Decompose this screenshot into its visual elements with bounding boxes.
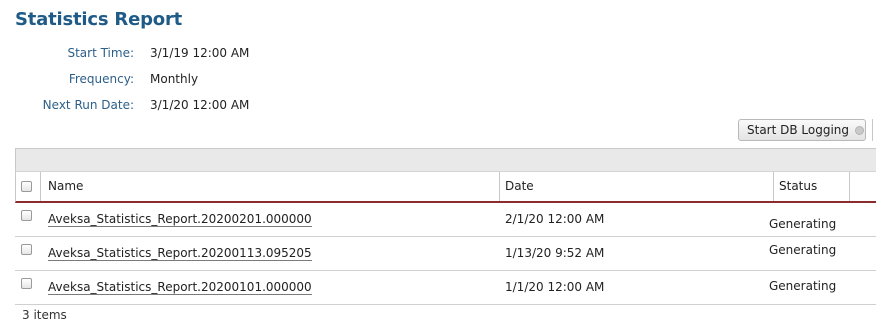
column-divider (849, 172, 850, 201)
column-header-date[interactable]: Date (505, 172, 534, 201)
frequency-label: Frequency: (68, 72, 134, 86)
item-count: 3 items (22, 308, 67, 322)
report-date: 2/1/20 12:00 AM (505, 212, 605, 226)
report-name-link[interactable]: Aveksa_Statistics_Report.20200101.000000 (48, 280, 312, 295)
column-header-status[interactable]: Status (779, 172, 817, 201)
next-run-date-label: Next Run Date: (42, 98, 134, 112)
report-date: 1/13/20 9:52 AM (505, 246, 605, 260)
table-row[interactable]: Aveksa_Statistics_Report.20200201.000000… (15, 203, 876, 237)
report-status: Generating (769, 243, 837, 257)
start-time-label: Start Time: (67, 46, 134, 60)
column-divider (40, 172, 41, 201)
status-dot-icon (855, 125, 865, 135)
select-all-checkbox[interactable] (21, 181, 32, 192)
start-db-logging-label: Start DB Logging (747, 123, 850, 137)
row-checkbox[interactable] (21, 210, 32, 221)
report-name-link[interactable]: Aveksa_Statistics_Report.20200201.000000 (48, 212, 312, 227)
table-toolbar (15, 148, 876, 172)
table-header: Name Date Status (15, 172, 876, 203)
column-divider (773, 172, 774, 201)
frequency-value: Monthly (150, 72, 199, 86)
report-date: 1/1/20 12:00 AM (505, 280, 605, 294)
column-divider (499, 172, 500, 201)
report-status: Generating (769, 217, 837, 231)
table-row[interactable]: Aveksa_Statistics_Report.20200113.095205… (15, 237, 876, 271)
report-status: Generating (769, 279, 837, 293)
report-name-link[interactable]: Aveksa_Statistics_Report.20200113.095205 (48, 246, 312, 261)
page-title: Statistics Report (15, 9, 183, 30)
next-run-date-value: 3/1/20 12:00 AM (150, 98, 250, 112)
column-header-name[interactable]: Name (48, 172, 83, 201)
row-checkbox[interactable] (21, 244, 32, 255)
row-checkbox[interactable] (21, 278, 32, 289)
report-table: Name Date Status Aveksa_Statistics_Repor… (15, 148, 876, 305)
table-row[interactable]: Aveksa_Statistics_Report.20200101.000000… (15, 271, 876, 305)
toolbar-divider (872, 119, 873, 141)
start-time-value: 3/1/19 12:00 AM (150, 46, 250, 60)
start-db-logging-button[interactable]: Start DB Logging (738, 119, 866, 141)
